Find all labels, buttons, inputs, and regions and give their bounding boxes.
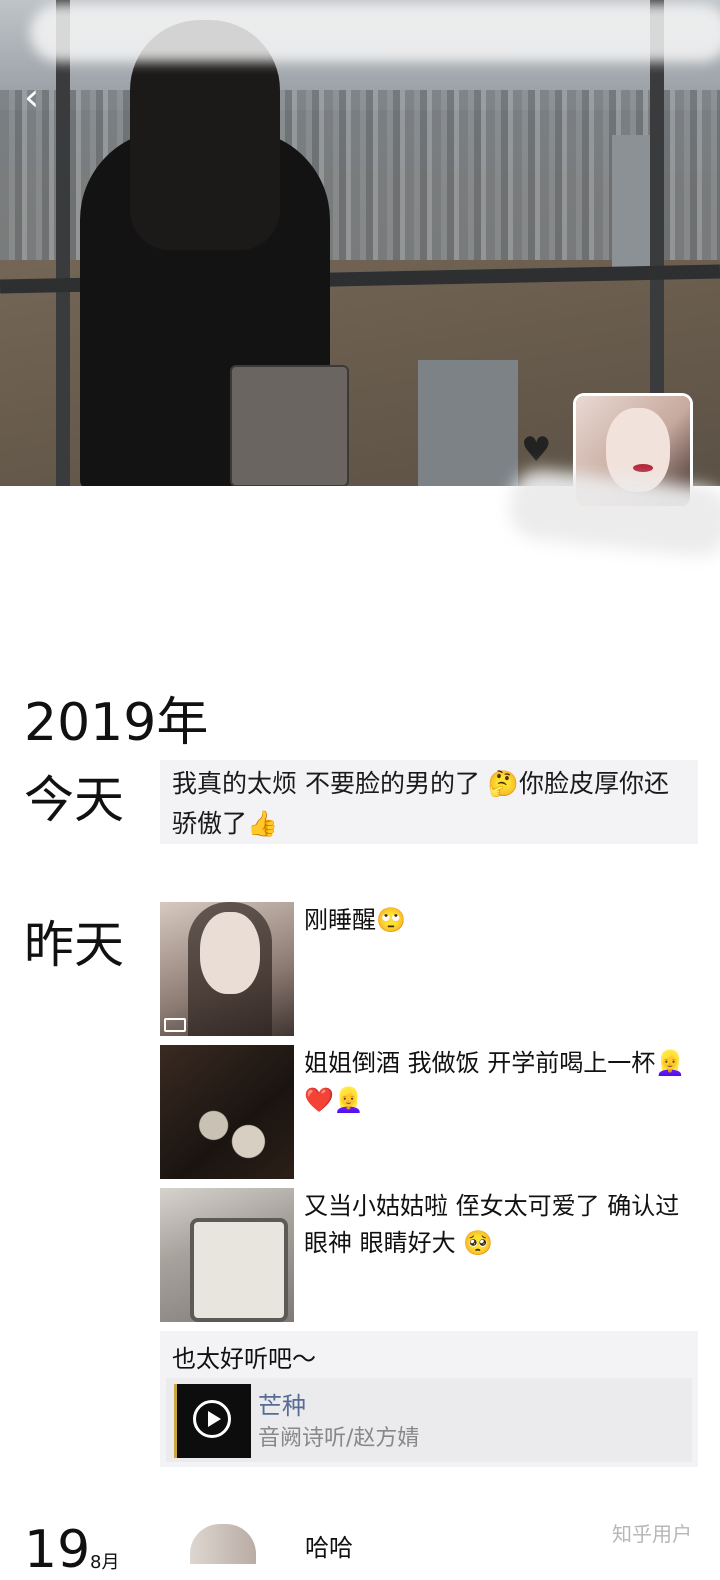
cover-window-frame [56,0,70,486]
day-label-today: 今天 [24,771,124,829]
photo-post[interactable]: 又当小姑姑啦 侄女太可爱了 确认过眼神 眼睛好大 🥺 [160,1188,679,1322]
post-text: 姐姐倒酒 我做饭 开学前喝上一杯👱‍♀️❤️👱‍♀️ [304,1049,686,1114]
video-camera-icon [164,1018,186,1032]
post-text: 又当小姑姑啦 侄女太可爱了 确认过眼神 眼睛好大 🥺 [304,1192,680,1257]
cover-person [70,20,349,486]
photo-post[interactable]: 刚睡醒🙄 [160,902,406,1036]
baby-crib-photo[interactable] [160,1188,294,1322]
play-icon[interactable] [193,1400,231,1438]
music-caption: 也太好听吧～ [172,1345,316,1373]
photo-thumbnail[interactable] [190,1524,256,1564]
post-text: 哈哈 [305,1534,353,1562]
music-artist: 音阙诗听/赵方婧 [258,1426,420,1451]
music-title: 芒种 [258,1392,306,1420]
watermark: 知乎用户 [612,1522,692,1546]
post-text: 刚睡醒🙄 [304,906,406,934]
post-text: 我真的太烦 不要脸的男的了 🤔你脸皮厚你还骄傲了👍 [172,769,670,838]
music-card[interactable]: 芒种 音阙诗听/赵方婧 [166,1378,692,1462]
drinks-photo[interactable] [160,1045,294,1179]
selfie-video-thumbnail[interactable] [160,902,294,1036]
text-post[interactable]: 我真的太烦 不要脸的男的了 🤔你脸皮厚你还骄傲了👍 [160,760,698,844]
year-heading: 2019年 [24,693,209,753]
photo-post[interactable]: 姐姐倒酒 我做饭 开学前喝上一杯👱‍♀️❤️👱‍♀️ [160,1045,685,1179]
chevron-left-icon[interactable]: ‹ [24,78,39,116]
day-label-yesterday: 昨天 [24,916,124,974]
heart-icon: ♥ [521,430,552,470]
cover-building [418,360,518,486]
music-post[interactable]: 也太好听吧～ 芒种 音阙诗听/赵方婧 [160,1331,698,1467]
month-label: 8月 [90,1552,120,1573]
day-label-date: 19 [24,1520,91,1580]
status-bar-blur [30,4,720,62]
album-cover [174,1384,251,1458]
